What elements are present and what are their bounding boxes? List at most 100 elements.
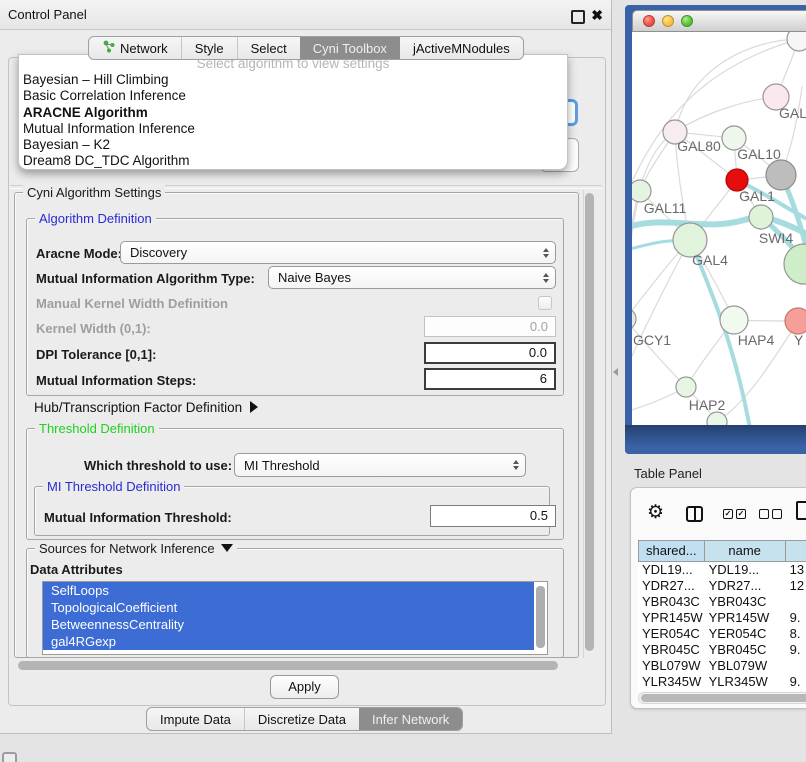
dpi-tolerance-field[interactable]: 0.0 [424,342,556,364]
splitter-collapse-arrow[interactable] [613,368,618,376]
table-cell[interactable]: YPR145W [705,610,786,626]
tab-style[interactable]: Style [181,37,237,59]
table-cell[interactable]: YBR043C [638,594,705,610]
sources-legend[interactable]: Sources for Network Inference [35,541,237,556]
mi-type-combo[interactable]: Naive Bayes [268,266,556,289]
panel-dock-icon[interactable] [2,752,17,762]
minimize-traffic-light[interactable] [662,15,674,27]
aracne-mode-combo[interactable]: Discovery [120,241,556,264]
network-edge[interactable] [632,319,686,387]
list-scrollbar-thumb[interactable] [536,586,545,648]
collapse-down-triangle-icon[interactable] [221,544,233,552]
table-cell[interactable]: YPR145W [638,610,705,626]
table-cell[interactable]: YBL079W [638,658,705,674]
table-cell[interactable]: 9. [786,674,806,690]
node-hap4[interactable] [720,306,748,334]
table-cell[interactable]: YLR345W [638,674,705,690]
settings-vertical-scrollbar[interactable] [583,190,596,658]
node-gcy1[interactable] [632,308,636,330]
control-panel-titlebar[interactable]: Control Panel ✖ [0,0,611,30]
data-attributes-list[interactable]: SelfLoopsTopologicalCoefficientBetweenne… [42,581,548,655]
hub-definition-expander[interactable]: Hub/Transcription Factor Definition [34,400,258,415]
mi-steps-field[interactable]: 6 [424,368,556,390]
tab-infer-network[interactable]: Infer Network [359,708,462,730]
tab-select[interactable]: Select [237,37,300,59]
table-row[interactable]: YBR043CYBR043C [638,594,806,610]
network-edge[interactable] [632,191,640,319]
network-edge[interactable] [632,240,690,372]
table-cell[interactable]: YBR045C [705,642,786,658]
tab-network[interactable]: Network [89,37,181,59]
node-gal11[interactable] [632,180,651,202]
table-row[interactable]: YLR345WYLR345W9. [638,674,806,690]
node-bottom[interactable] [707,412,727,425]
table-cell[interactable]: 9. [786,642,806,658]
select-all-checkboxes-icon[interactable]: ✓ ✓ [723,509,746,519]
algorithm-option-bayesian-k2[interactable]: Bayesian – K2 [19,137,567,153]
table-cell[interactable]: YBL079W [705,658,786,674]
mi-threshold-field[interactable]: 0.5 [430,505,556,527]
apply-button[interactable]: Apply [270,675,339,699]
deselect-all-checkboxes-icon[interactable] [759,509,782,519]
table-cell[interactable]: YLR345W [705,674,786,690]
table-cell[interactable]: YIL052C [638,690,705,691]
algorithm-option-dream8-dc-tdc-algorithm[interactable]: Dream8 DC_TDC Algorithm [19,153,567,169]
algorithm-option-mutual-information-inference[interactable]: Mutual Information Inference [19,121,567,137]
table-hscroll-thumb[interactable] [641,694,806,702]
document-icon[interactable] [796,501,806,520]
table-cell[interactable]: YDL19... [638,562,705,578]
table-cell[interactable]: 12 [786,578,806,594]
table-cell[interactable]: 8. [786,626,806,642]
column-header-name[interactable]: name [705,540,786,562]
table-row[interactable]: YDR27...YDR27...12 [638,578,806,594]
node-hap2[interactable] [676,377,696,397]
table-cell[interactable] [786,594,806,610]
table-cell[interactable]: YBR045C [638,642,705,658]
table-horizontal-scrollbar[interactable] [638,692,806,704]
vertical-scrollbar-thumb[interactable] [585,193,594,651]
table-cell[interactable]: YDL19... [705,562,786,578]
node-gray[interactable] [766,160,796,190]
expand-right-triangle-icon[interactable] [250,401,258,413]
horizontal-scrollbar-thumb[interactable] [18,661,558,670]
network-window-titlebar[interactable] [632,10,806,32]
node-top-partial[interactable] [787,32,806,51]
table-cell[interactable]: 13 [786,562,806,578]
settings-horizontal-scrollbar[interactable] [16,660,578,671]
table-cell[interactable] [786,658,806,674]
table-row[interactable]: YBR045CYBR045C9. [638,642,806,658]
node-gal1[interactable] [749,205,773,229]
table-cell[interactable]: YER054C [705,626,786,642]
table-row[interactable]: YBL079WYBL079W [638,658,806,674]
column-layout-icon[interactable] [686,506,703,522]
algorithm-option-aracne-algorithm[interactable]: ARACNE Algorithm [19,105,567,121]
network-canvas[interactable]: GALGAL80GAL10GAL1SWI4GAL11GAL4GCY1HAP4YH… [632,32,806,425]
attribute-item-topologicalcoefficient[interactable]: TopologicalCoefficient [43,599,534,616]
algorithm-option-bayesian-hill-climbing[interactable]: Bayesian – Hill Climbing [19,72,567,88]
node-salmon[interactable] [785,308,806,334]
tab-jactivemnodules[interactable]: jActiveMNodules [400,37,523,59]
which-threshold-combo[interactable]: MI Threshold [234,453,526,477]
algorithm-option-basic-correlation-inference[interactable]: Basic Correlation Inference [19,88,567,104]
column-header-clipped[interactable] [786,540,806,562]
table-row[interactable]: YPR145WYPR145W9. [638,610,806,626]
zoom-traffic-light[interactable] [681,15,693,27]
table-row[interactable]: YIL052CYIL052C9 [638,690,806,691]
attribute-item-betweennesscentrality[interactable]: BetweennessCentrality [43,616,534,633]
tab-cyni-toolbox[interactable]: Cyni Toolbox [300,37,400,59]
table-row[interactable]: YER054CYER054C8. [638,626,806,642]
tab-discretize-data[interactable]: Discretize Data [244,708,359,730]
network-edge[interactable] [675,97,776,132]
table-cell[interactable]: YER054C [638,626,705,642]
table-cell[interactable]: 9 [786,690,806,691]
attribute-item-gal4rgexp[interactable]: gal4RGexp [43,633,534,650]
float-window-icon[interactable] [571,10,585,24]
tab-impute-data[interactable]: Impute Data [147,708,244,730]
close-traffic-light[interactable] [643,15,655,27]
table-cell[interactable]: 9. [786,610,806,626]
table-row[interactable]: YDL19...YDL19...13 [638,562,806,578]
table-cell[interactable]: YBR043C [705,594,786,610]
settings-gear-icon[interactable]: ⚙ [647,502,664,524]
node-big-green[interactable] [784,244,806,284]
column-header-shared[interactable]: shared... [638,540,705,562]
